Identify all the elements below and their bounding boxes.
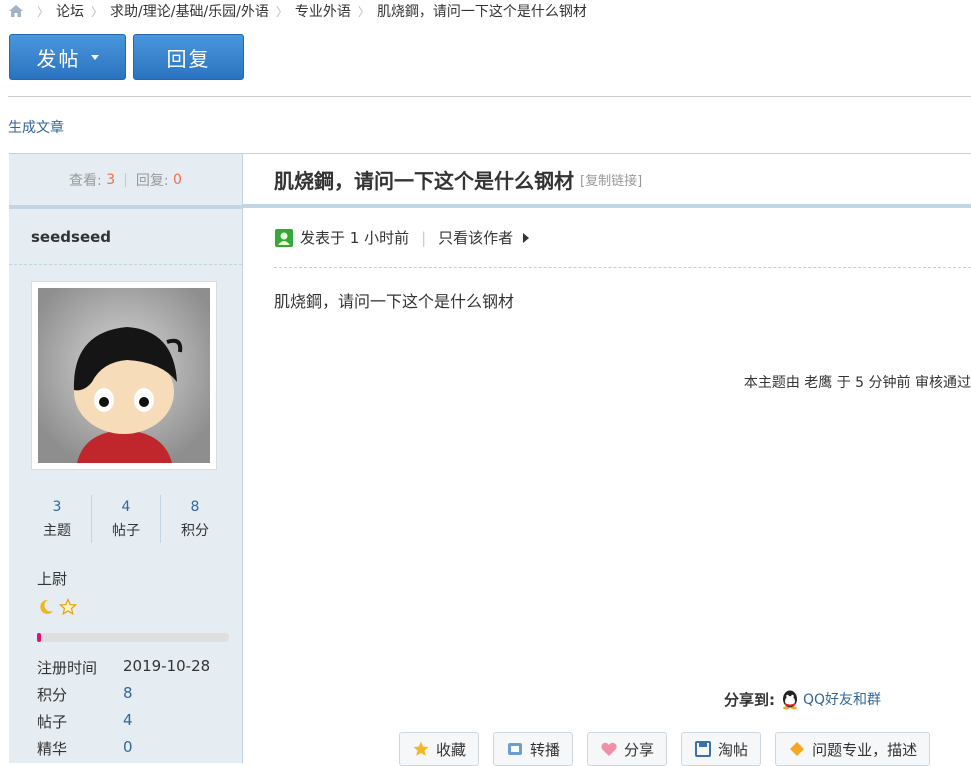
- info-row-register: 注册时间 2019-10-28: [37, 657, 210, 684]
- breadcrumb-link-forum[interactable]: 论坛: [56, 1, 84, 21]
- stat-label: 帖子: [112, 523, 140, 539]
- rank-icons: [37, 597, 78, 620]
- stat-points[interactable]: 8 积分: [160, 495, 229, 543]
- info-key: 注册时间: [37, 659, 98, 677]
- divider: [8, 96, 971, 97]
- separator: |: [421, 228, 427, 247]
- generate-article-link[interactable]: 生成文章: [8, 117, 64, 137]
- stat-label: 积分: [181, 523, 209, 539]
- info-key: 积分: [37, 686, 68, 704]
- views-count: 3: [106, 171, 116, 188]
- level-progress-fill: [37, 633, 41, 642]
- breadcrumb-separator-icon: 〉: [91, 4, 104, 19]
- avatar-image: [38, 288, 210, 463]
- star-icon: [413, 741, 429, 756]
- share-label: 分享到:: [724, 690, 775, 709]
- views-replies-row: 查看: 3 | 回复: 0: [9, 154, 242, 209]
- online-status-icon: [275, 228, 293, 247]
- level-progress-bar: [37, 633, 229, 642]
- info-value[interactable]: 8: [123, 684, 133, 711]
- forward-label: 转播: [530, 740, 561, 759]
- breadcrumb-link-foreign[interactable]: 专业外语: [295, 1, 351, 21]
- views-label: 查看:: [69, 172, 102, 189]
- rate-label: 问题专业，描述: [812, 740, 918, 759]
- author-username[interactable]: seedseed: [9, 209, 242, 265]
- info-row-points: 积分 8: [37, 684, 210, 711]
- info-value: 2019-10-28: [123, 657, 211, 675]
- stat-value: 4: [121, 499, 131, 515]
- breadcrumb-separator-icon: 〉: [275, 4, 288, 19]
- qq-icon[interactable]: [779, 688, 801, 710]
- replies-count: 0: [173, 171, 182, 188]
- breadcrumb-link-thread[interactable]: 肌烧鋼，请问一下这个是什么钢材: [377, 1, 587, 21]
- home-icon[interactable]: [8, 4, 24, 18]
- moon-icon: [40, 599, 53, 614]
- post-meta: 发表于 1 小时前 | 只看该作者: [274, 208, 971, 268]
- info-row-posts: 帖子 4: [37, 711, 210, 738]
- forward-button[interactable]: 转播: [493, 732, 574, 766]
- stat-posts[interactable]: 4 帖子: [91, 495, 160, 543]
- rate-button[interactable]: 问题专业，描述: [775, 732, 931, 766]
- breadcrumb-link-help[interactable]: 求助/理论/基础/乐园/外语: [110, 1, 269, 21]
- chevron-down-icon: [90, 54, 99, 60]
- stat-value: 3: [52, 499, 62, 515]
- author-stats: 3 主题 4 帖子 8 积分: [23, 495, 229, 543]
- favorite-label: 收藏: [436, 740, 467, 759]
- stat-label: 主题: [43, 523, 71, 539]
- replies-label: 回复:: [135, 172, 169, 189]
- breadcrumb: 〉 论坛 〉 求助/理论/基础/乐园/外语 〉 专业外语 〉 肌烧鋼，请问一下这…: [8, 0, 587, 22]
- star-icon: [59, 597, 78, 616]
- thumb-icon: [508, 743, 523, 755]
- stat-value: 8: [190, 499, 200, 515]
- share-qq-link[interactable]: QQ好友和群: [803, 689, 881, 709]
- info-key: 帖子: [37, 713, 68, 731]
- moderation-notice: 本主题由 老鹰 于 5 分钟前 审核通过: [743, 375, 971, 391]
- post-actions: 收藏 转播 分享 淘帖 问题专业，描述: [399, 732, 931, 766]
- copy-link-button[interactable]: [复制链接]: [580, 170, 642, 189]
- tao-tie-button[interactable]: 淘帖: [681, 732, 762, 766]
- user-rank[interactable]: 上尉: [37, 568, 67, 589]
- share-bar: 分享到: QQ好友和群: [724, 688, 881, 710]
- breadcrumb-separator-icon: 〉: [37, 4, 50, 19]
- info-value[interactable]: 4: [123, 711, 133, 738]
- post-button-label: 发帖: [36, 46, 81, 71]
- separator: |: [123, 171, 128, 188]
- save-icon: [695, 741, 712, 757]
- breadcrumb-separator-icon: 〉: [357, 4, 370, 19]
- post-button[interactable]: 发帖: [9, 34, 126, 80]
- stat-topics[interactable]: 3 主题: [23, 495, 91, 543]
- reply-button-label: 回复: [166, 46, 211, 71]
- only-author-link[interactable]: 只看该作者: [438, 227, 513, 248]
- heart-icon: [601, 742, 617, 756]
- thread-title: 肌烧鋼，请问一下这个是什么钢材: [274, 168, 574, 193]
- share-button-label: 分享: [624, 740, 655, 759]
- share-button[interactable]: 分享: [587, 732, 668, 766]
- thread-title-row: 肌烧鋼，请问一下这个是什么钢材 [复制链接]: [243, 153, 971, 208]
- tao-tie-label: 淘帖: [718, 740, 749, 759]
- avatar[interactable]: [31, 281, 217, 470]
- chevron-right-icon: [523, 232, 530, 243]
- reply-button[interactable]: 回复: [133, 34, 244, 80]
- diamond-icon: [790, 742, 805, 756]
- author-sidebar: 查看: 3 | 回复: 0 seedseed 3 主题 4 帖子 8 积分 上尉…: [9, 153, 243, 763]
- favorite-button[interactable]: 收藏: [399, 732, 480, 766]
- author-info: 注册时间 2019-10-28 积分 8 帖子 4 精华 0: [37, 657, 210, 765]
- post-body: 肌烧鋼，请问一下这个是什么钢材: [274, 292, 515, 311]
- post-time: 发表于 1 小时前: [300, 229, 410, 247]
